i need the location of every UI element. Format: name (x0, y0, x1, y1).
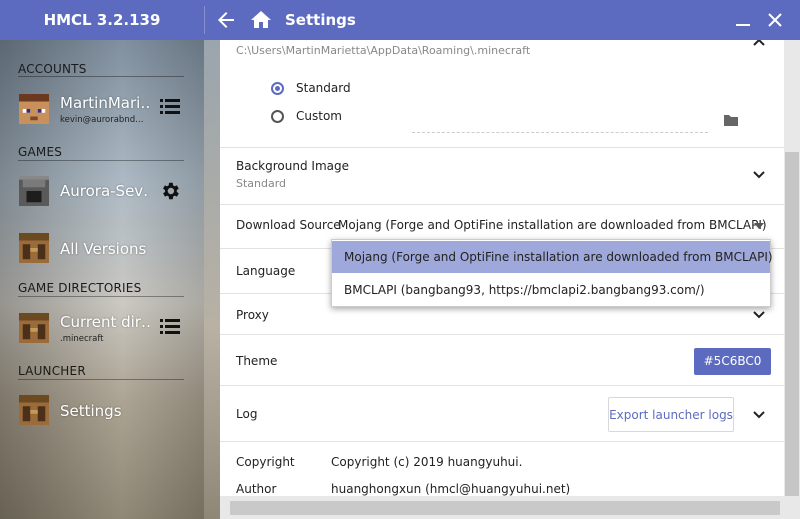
radio-custom[interactable] (271, 110, 284, 123)
game-dir-name[interactable]: Current dir… (60, 313, 150, 331)
app-title: HMCL 3.2.139 (43, 11, 161, 29)
divider (18, 379, 184, 380)
account-name[interactable]: MartinMari… (60, 94, 150, 112)
game-directory-path: C:\Users\MartinMarietta\AppData\Roaming\… (236, 44, 531, 57)
export-logs-button[interactable]: Export launcher logs (608, 397, 734, 432)
download-source-select[interactable]: Mojang (Forge and OptiFine installation … (338, 218, 767, 232)
author-label: Author (236, 482, 277, 496)
divider (18, 160, 184, 161)
crafting-table-icon (19, 233, 49, 263)
dropdown-option-bmclapi[interactable]: BMCLAPI (bangbang93, https://bmclapi2.ba… (332, 274, 770, 306)
settings-item[interactable]: Settings (60, 402, 180, 420)
title-bar: HMCL 3.2.139 Settings (0, 0, 800, 40)
divider (18, 76, 184, 77)
theme-color-button[interactable]: #5C6BC0 (694, 348, 771, 375)
accounts-header: ACCOUNTS (18, 62, 87, 76)
games-header: GAMES (18, 145, 63, 159)
chevron-down-icon[interactable] (752, 167, 766, 181)
dropdown-arrow-icon[interactable] (754, 223, 764, 229)
horizontal-scroll-thumb[interactable] (230, 501, 780, 515)
game-name[interactable]: Aurora-Sev… (60, 182, 150, 200)
crafting-table-icon (19, 395, 49, 425)
content-margin (204, 40, 220, 519)
folder-icon[interactable] (723, 113, 739, 127)
radio-standard[interactable] (271, 82, 284, 95)
all-versions-item[interactable]: All Versions (60, 240, 180, 258)
game-dir-path: .minecraft (60, 334, 104, 344)
game-directory-section: C:\Users\MartinMarietta\AppData\Roaming\… (220, 40, 784, 148)
divider (18, 296, 184, 297)
theme-label: Theme (236, 354, 278, 368)
author-value: huanghongxun (hmcl@huangyuhui.net) (331, 482, 571, 496)
game-directories-header: GAME DIRECTORIES (18, 281, 142, 295)
dropdown-option-mojang[interactable]: Mojang (Forge and OptiFine installation … (332, 241, 773, 273)
custom-path-input[interactable] (412, 132, 708, 133)
radio-standard-label: Standard (296, 81, 351, 95)
log-label: Log (236, 407, 258, 421)
copyright-label: Copyright (236, 455, 295, 469)
background-image-row[interactable]: Background Image Standard (220, 148, 784, 205)
sidebar: ACCOUNTS MartinMari… kevin@aurorabnd… GA… (0, 40, 204, 519)
close-icon[interactable] (765, 10, 785, 30)
gear-icon[interactable] (159, 180, 181, 202)
account-email: kevin@aurorabnd… (60, 115, 144, 125)
launcher-header: LAUNCHER (18, 364, 86, 378)
account-avatar-icon (19, 94, 49, 124)
download-source-label: Download Source (236, 218, 341, 232)
background-image-value: Standard (236, 177, 287, 190)
background-image-label: Background Image (236, 159, 349, 173)
game-dir-menu-icon[interactable] (160, 318, 180, 334)
chevron-up-icon[interactable] (752, 40, 766, 50)
page-title: Settings (285, 11, 356, 29)
language-label: Language (236, 264, 296, 278)
chevron-down-icon[interactable] (752, 407, 766, 421)
minimize-icon[interactable] (733, 10, 753, 30)
radio-custom-label: Custom (296, 109, 342, 123)
vertical-scroll-thumb[interactable] (785, 152, 799, 496)
home-icon[interactable] (249, 8, 273, 32)
copyright-value: Copyright (c) 2019 huangyuhui. (331, 455, 523, 469)
download-source-dropdown: Mojang (Forge and OptiFine installation … (331, 239, 773, 307)
account-menu-icon[interactable] (160, 98, 180, 114)
furnace-icon (19, 176, 49, 206)
title-divider (204, 6, 205, 34)
back-arrow-icon[interactable] (214, 8, 238, 32)
chevron-down-icon[interactable] (752, 307, 766, 321)
crafting-table-icon (19, 313, 49, 343)
proxy-label: Proxy (236, 308, 269, 322)
